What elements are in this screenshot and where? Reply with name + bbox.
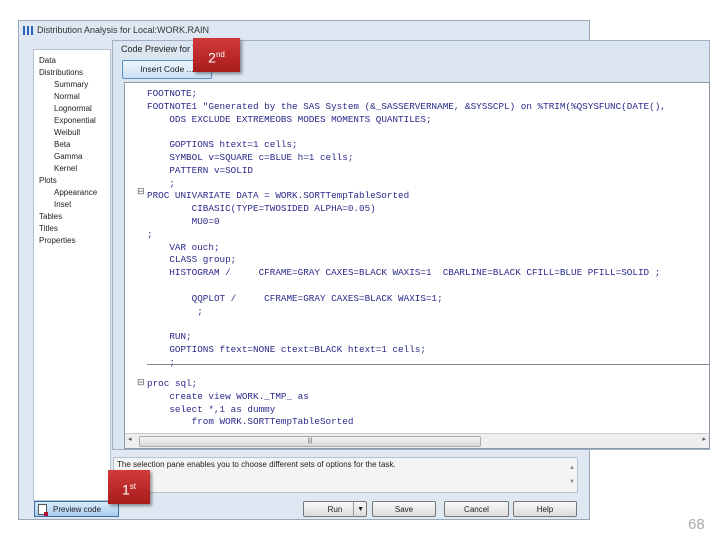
sidebar-item[interactable]: Distributions [34,67,110,79]
collapse-icon[interactable]: ⊟ [137,186,145,197]
code-editor[interactable]: ⊟ FOOTNOTE; FOOTNOTE1 "Generated by the … [124,82,710,449]
run-button[interactable]: Run ▼ [303,501,367,517]
preview-code-label: Preview code [53,505,102,514]
preview-code-button[interactable]: Preview code [34,501,119,517]
callout-first: 1st [108,470,150,504]
callout-second-number: 2 [208,49,216,66]
chart-icon [23,26,33,36]
code-block-univariate: FOOTNOTE; FOOTNOTE1 "Generated by the SA… [147,88,666,368]
sidebar-item[interactable]: Kernel [34,163,110,175]
scroll-right-icon[interactable]: ▸ [702,435,706,443]
callout-second: 2nd [193,38,240,72]
description-text: The selection pane enables you to choose… [117,460,396,469]
collapse-icon[interactable]: ⊟ [137,377,145,388]
page-number: 68 [688,516,705,533]
run-label: Run [327,505,343,514]
scroll-left-icon[interactable]: ◂ [128,435,132,443]
description-pane: The selection pane enables you to choose… [113,457,578,493]
description-scrollbar[interactable]: ▲ ▼ [569,461,575,489]
sidebar-item[interactable]: Titles [34,223,110,235]
code-preview-window: Code Preview for T Insert Code ... ⊟ FOO… [112,40,710,450]
sidebar-item[interactable]: Gamma [34,151,110,163]
sidebar-item[interactable]: Weibull [34,127,110,139]
save-button[interactable]: Save [372,501,436,517]
callout-second-suffix: nd [215,50,225,59]
selection-pane: Data Distributions Summary Normal Lognormal E… [33,49,111,501]
sidebar-item[interactable]: Lognormal [34,103,110,115]
callout-first-suffix: st [129,482,137,491]
cancel-button[interactable]: Cancel [444,501,509,517]
sidebar-item[interactable]: Normal [34,91,110,103]
sidebar-item[interactable]: Beta [34,139,110,151]
scrollbar-thumb[interactable]: ||| [139,436,481,447]
code-document-icon [38,504,48,516]
help-button[interactable]: Help [513,501,577,517]
callout-first-number: 1 [121,481,130,498]
sidebar-item[interactable]: Plots [34,175,110,187]
window-title: Distribution Analysis for Local:WORK.RAI… [37,25,210,35]
sidebar-item[interactable]: Inset [34,199,110,211]
code-preview-header: Code Preview for T [121,44,198,54]
sidebar-item[interactable]: Properties [34,235,110,247]
sidebar-item[interactable]: Appearance [34,187,110,199]
code-block-sql: proc sql; create view WORK._TMP_ as sele… [147,378,354,428]
run-dropdown-icon[interactable]: ▼ [353,502,364,517]
sidebar-item[interactable]: Exponential [34,115,110,127]
title-bar: Distribution Analysis for Local:WORK.RAI… [19,21,589,39]
sidebar-item[interactable]: Tables [34,211,110,223]
sidebar-item[interactable]: Data [34,55,110,67]
sidebar-item[interactable]: Summary [34,79,110,91]
code-divider [147,364,709,365]
horizontal-scrollbar[interactable]: ◂ ||| ▸ [125,433,709,448]
